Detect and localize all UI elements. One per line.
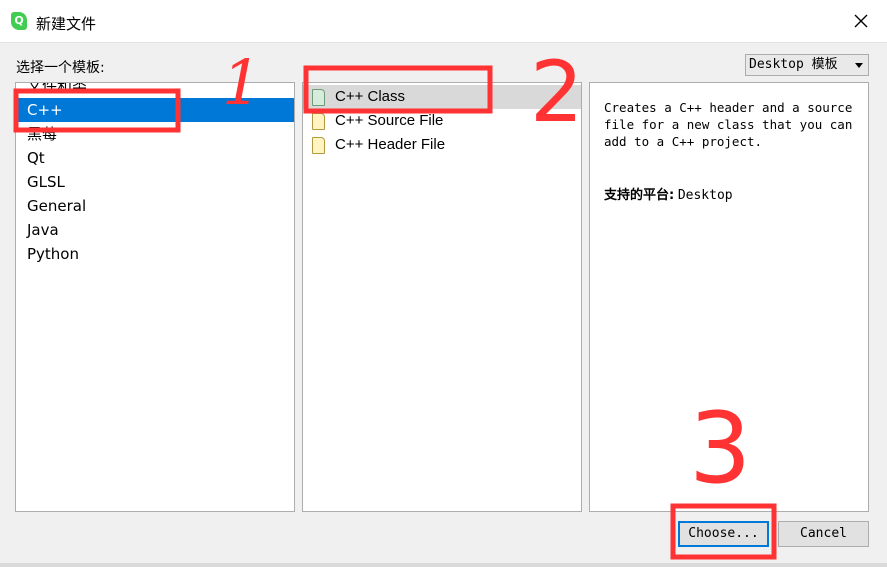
- supported-platforms-value: Desktop: [677, 188, 733, 203]
- platform-filter-dropdown[interactable]: Desktop 模板: [745, 54, 869, 76]
- category-item-cpp[interactable]: C++: [16, 98, 294, 122]
- choose-button[interactable]: Choose...: [678, 521, 769, 547]
- template-item-label: C++ Header File: [335, 136, 446, 153]
- source-file-icon: [312, 113, 325, 130]
- supported-platforms-label: 支持的平台:: [604, 188, 675, 203]
- category-item-qt[interactable]: Qt: [16, 146, 294, 170]
- template-item-cpp-source-file[interactable]: C++ Source File: [303, 109, 581, 133]
- supported-platforms: 支持的平台: Desktop: [604, 184, 733, 203]
- chevron-down-icon: [855, 63, 863, 68]
- cancel-button[interactable]: Cancel: [778, 521, 869, 547]
- category-list[interactable]: 文件和类 C++ 黑莓 Qt GLSL General Java Python: [15, 82, 295, 512]
- category-item-general[interactable]: General: [16, 194, 294, 218]
- choose-template-label: 选择一个模板:: [16, 60, 105, 76]
- qt-app-icon: Q: [11, 12, 27, 30]
- template-item-cpp-class[interactable]: C++ Class: [303, 85, 581, 109]
- category-item-glsl[interactable]: GLSL: [16, 170, 294, 194]
- category-item-python[interactable]: Python: [16, 242, 294, 266]
- dialog-bottom-edge: [0, 563, 887, 567]
- template-item-cpp-header-file[interactable]: C++ Header File: [303, 133, 581, 157]
- close-icon[interactable]: [846, 6, 876, 36]
- header-file-icon: [312, 137, 325, 154]
- template-list[interactable]: C++ Class C++ Source File C++ Header Fil…: [302, 82, 582, 512]
- template-item-label: C++ Source File: [335, 112, 444, 129]
- template-description-panel: Creates a C++ header and a source file f…: [589, 82, 869, 512]
- category-item-java[interactable]: Java: [16, 218, 294, 242]
- template-item-label: C++ Class: [335, 88, 406, 105]
- category-item-blackberry[interactable]: 黑莓: [16, 122, 294, 146]
- window-title: 新建文件: [36, 15, 97, 33]
- category-item-files-and-classes[interactable]: 文件和类: [16, 83, 294, 98]
- title-bar: Q 新建文件: [0, 0, 887, 42]
- class-file-icon: [312, 89, 325, 106]
- template-description: Creates a C++ header and a source file f…: [604, 100, 853, 149]
- platform-filter-value: Desktop 模板: [749, 57, 838, 72]
